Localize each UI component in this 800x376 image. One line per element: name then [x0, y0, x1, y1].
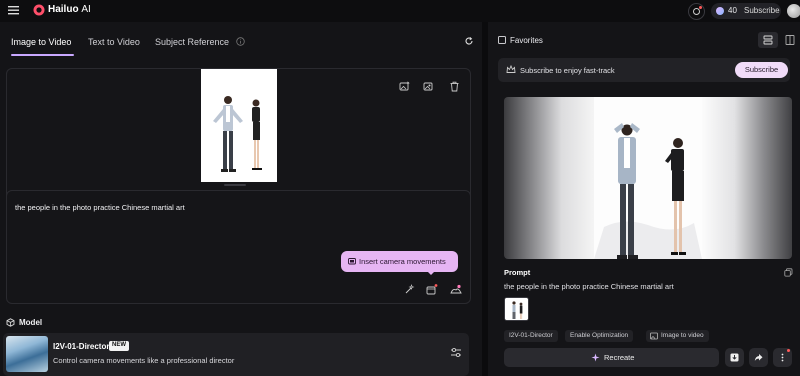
list-view-icon[interactable] [758, 32, 778, 48]
tag-image-to-video-label: Image to video [661, 332, 704, 339]
download-button[interactable] [725, 348, 744, 367]
avatar[interactable] [787, 4, 800, 18]
tag-model: I2V-01-Director [504, 330, 558, 342]
uploaded-image [201, 69, 277, 182]
camera-movement-icon[interactable] [426, 284, 438, 295]
model-section-label: Model [19, 318, 43, 327]
edit-image-icon[interactable] [423, 81, 434, 92]
more-button[interactable] [773, 348, 792, 367]
magic-icon[interactable] [404, 284, 415, 295]
new-badge: NEW [109, 341, 129, 351]
image-icon [650, 332, 658, 340]
prompt-input[interactable]: the people in the photo practice Chinese… [6, 190, 471, 304]
brand-name[interactable]: Hailuo AI [48, 4, 91, 15]
model-name: I2V-01-Director [53, 342, 110, 351]
replace-image-icon[interactable] [399, 81, 410, 92]
notification-dot [787, 349, 790, 352]
share-button[interactable] [749, 348, 768, 367]
model-thumbnail [6, 336, 48, 372]
active-tab-indicator [11, 54, 74, 56]
grid-view-icon[interactable] [780, 32, 800, 48]
camera-movements-tooltip: Insert camera movements [341, 251, 458, 275]
results-panel: Favorites Subscribe to enjoy fast-track … [488, 22, 800, 376]
copy-icon[interactable] [784, 268, 793, 277]
brand-suffix: AI [81, 4, 91, 15]
tag-image-to-video: Image to video [646, 330, 709, 342]
generation-panel: Image to Video Text to Video Subject Ref… [0, 22, 482, 376]
tooltip-text: Insert camera movements [359, 257, 446, 266]
prompt-text[interactable]: the people in the photo practice Chinese… [15, 203, 185, 212]
recreate-button[interactable]: Recreate [504, 348, 719, 367]
favorites-label[interactable]: Favorites [510, 36, 543, 45]
resize-handle[interactable] [224, 184, 246, 186]
menu-icon[interactable] [8, 5, 19, 15]
tab-text-to-video[interactable]: Text to Video [88, 37, 140, 47]
prompt-label: Prompt [504, 268, 531, 277]
camera-icon [348, 257, 356, 265]
prompt-value: the people in the photo practice Chinese… [504, 282, 674, 291]
credits-pill[interactable]: 40 Subscribe [711, 3, 781, 19]
settings-sliders-icon[interactable] [450, 347, 462, 358]
tab-image-to-video[interactable]: Image to Video [11, 37, 71, 47]
model-selector[interactable]: I2V-01-Director NEW Control camera movem… [3, 333, 469, 376]
video-frame-image [594, 97, 702, 259]
subscribe-banner-text: Subscribe to enjoy fast-track [520, 66, 615, 75]
sparkle-icon [591, 353, 600, 362]
info-icon[interactable] [236, 37, 245, 46]
reference-image-thumbnail[interactable] [504, 297, 529, 321]
view-toggle [758, 32, 800, 48]
cube-icon [6, 318, 15, 327]
crown-icon [506, 65, 516, 74]
model-description: Control camera movements like a professi… [53, 356, 235, 365]
reset-icon[interactable] [464, 36, 474, 46]
director-icon[interactable] [450, 284, 462, 295]
notification-icon[interactable] [688, 3, 705, 20]
logo-icon[interactable] [33, 4, 45, 16]
tag-optimization: Enable Optimization [565, 330, 634, 342]
subscribe-button[interactable]: Subscribe [735, 62, 788, 78]
tooltip-tail [427, 271, 435, 275]
favorites-checkbox[interactable] [498, 36, 506, 44]
top-bar: Hailuo AI 40 Subscribe [0, 0, 800, 22]
brand-word: Hailuo [48, 4, 79, 15]
trash-icon[interactable] [449, 81, 460, 92]
subscribe-banner: Subscribe to enjoy fast-track Subscribe [498, 58, 790, 82]
topbar-subscribe-label: Subscribe [744, 6, 780, 15]
video-preview[interactable] [504, 97, 792, 259]
recreate-label: Recreate [604, 353, 635, 362]
credits-count: 40 [728, 6, 737, 15]
gem-icon [716, 7, 724, 15]
tab-subject-reference[interactable]: Subject Reference [155, 37, 229, 47]
